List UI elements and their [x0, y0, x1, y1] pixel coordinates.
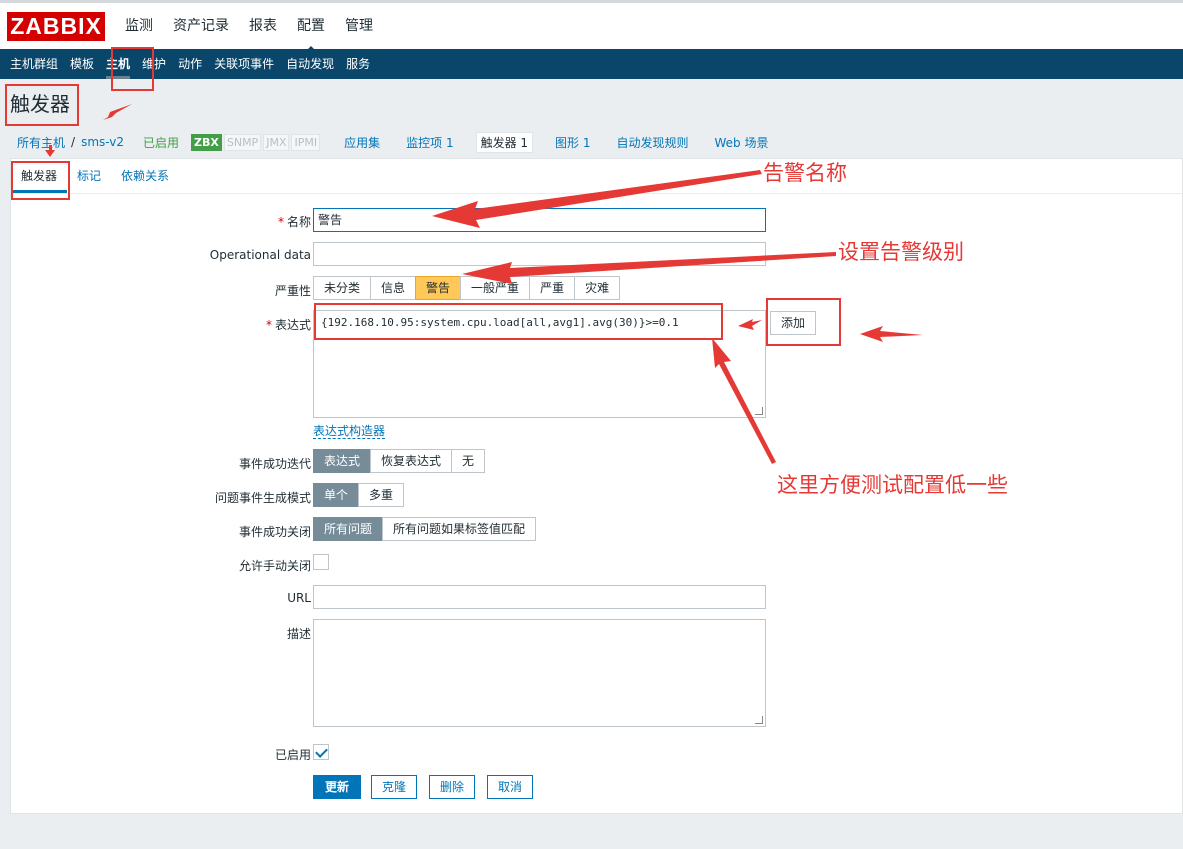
menu-inventory[interactable]: 资产记录	[163, 3, 239, 49]
severity-selector: 未分类 信息 警告 一般严重 严重 灾难	[313, 276, 621, 300]
zabbix-logo[interactable]: ZABBIX	[7, 12, 105, 41]
url-label: URL	[287, 591, 311, 605]
host-tab-graphs[interactable]: 图形 1	[551, 133, 594, 152]
main-menu: 监测 资产记录 报表 配置 管理	[115, 3, 383, 52]
submenu-actions[interactable]: 动作	[172, 49, 208, 79]
submenu-services[interactable]: 服务	[340, 49, 376, 79]
form-tab-tags[interactable]: 标记	[67, 159, 111, 193]
name-label-text: 名称	[286, 215, 311, 229]
form-tabs-divider	[11, 193, 1182, 194]
sub-menu: 主机群组 模板 主机 维护 动作 关联项事件 自动发现 服务	[0, 49, 1183, 79]
severity-not-classified[interactable]: 未分类	[313, 276, 372, 300]
host-tab-discovery-rules[interactable]: 自动发现规则	[612, 133, 692, 152]
enabled-label: 已启用	[274, 748, 311, 762]
page-title: 触发器	[10, 92, 70, 116]
annotation-severity-note: 设置告警级别	[838, 240, 964, 264]
problem-mode-single[interactable]: 单个	[313, 483, 360, 507]
availability-badges: ZBX SNMP JMX IPMI	[191, 133, 322, 151]
name-input[interactable]: 警告	[313, 208, 766, 232]
severity-information[interactable]: 信息	[370, 276, 417, 300]
ok-event-none[interactable]: 无	[451, 449, 486, 473]
expression-value: {192.168.10.95:system.cpu.load[all,avg1]…	[321, 316, 679, 329]
menu-reports[interactable]: 报表	[239, 3, 287, 49]
badge-ipmi: IPMI	[291, 133, 321, 151]
manual-close-checkbox[interactable]	[313, 554, 329, 570]
submenu-discovery[interactable]: 自动发现	[280, 49, 340, 79]
submenu-host-groups[interactable]: 主机群组	[4, 49, 64, 79]
ok-event-expression[interactable]: 表达式	[313, 449, 372, 473]
expression-textarea[interactable]: {192.168.10.95:system.cpu.load[all,avg1]…	[313, 310, 766, 418]
badge-jmx: JMX	[263, 133, 290, 151]
severity-high[interactable]: 严重	[529, 276, 576, 300]
ok-event-closes-selector: 所有问题 所有问题如果标签值匹配	[313, 517, 537, 541]
url-input[interactable]	[313, 585, 766, 609]
description-textarea[interactable]	[313, 619, 766, 727]
required-mark: *	[277, 215, 284, 229]
host-tab-items[interactable]: 监控项 1	[402, 133, 457, 152]
host-status-enabled[interactable]: 已启用	[143, 134, 179, 151]
submenu-correlation[interactable]: 关联项事件	[208, 49, 280, 79]
host-tab-triggers[interactable]: 触发器 1	[475, 131, 534, 153]
ok-close-tag-match[interactable]: 所有问题如果标签值匹配	[382, 517, 537, 541]
menu-monitoring[interactable]: 监测	[115, 3, 163, 49]
resize-grip-icon[interactable]	[755, 716, 763, 724]
severity-average[interactable]: 一般严重	[460, 276, 531, 300]
form-tabs: 触发器 标记 依赖关系	[11, 159, 179, 193]
update-button[interactable]: 更新	[313, 775, 362, 799]
badge-zbx: ZBX	[191, 133, 222, 151]
opdata-input[interactable]	[313, 242, 766, 266]
menu-administration[interactable]: 管理	[335, 3, 383, 49]
description-label: 描述	[286, 627, 311, 641]
problem-mode-selector: 单个 多重	[313, 483, 405, 507]
form-tab-dependencies[interactable]: 依赖关系	[111, 159, 179, 193]
ok-event-closes-label: 事件成功关闭	[238, 525, 311, 539]
submenu-hosts[interactable]: 主机	[100, 49, 136, 79]
arrow-to-title-icon	[103, 104, 132, 120]
add-expression-button[interactable]: 添加	[770, 311, 817, 335]
required-mark: *	[265, 318, 272, 332]
expression-builder-link[interactable]: 表达式构造器	[313, 424, 386, 439]
severity-label: 严重性	[274, 284, 311, 298]
expression-label: * 表达式	[266, 316, 311, 333]
problem-mode-label: 问题事件生成模式	[214, 491, 311, 505]
top-navigation-bar: ZABBIX 监测 资产记录 报表 配置 管理	[0, 0, 1183, 52]
cancel-button[interactable]: 取消	[487, 775, 534, 799]
breadcrumb-separator: /	[71, 135, 76, 149]
ok-event-generation-label: 事件成功迭代	[238, 457, 311, 471]
severity-warning[interactable]: 警告	[415, 276, 462, 300]
annotation-expression-note: 这里方便测试配置低一些	[777, 473, 1008, 497]
submenu-templates[interactable]: 模板	[64, 49, 100, 79]
severity-disaster[interactable]: 灾难	[574, 276, 621, 300]
resize-grip-icon[interactable]	[755, 407, 763, 415]
ok-event-recovery-expression[interactable]: 恢复表达式	[370, 449, 453, 473]
problem-mode-multiple[interactable]: 多重	[358, 483, 405, 507]
badge-snmp: SNMP	[223, 133, 262, 151]
host-tab-web-scenarios[interactable]: Web 场景	[711, 133, 773, 152]
host-tab-applications[interactable]: 应用集	[340, 133, 384, 152]
expression-label-text: 表达式	[274, 318, 311, 332]
breadcrumb-all-hosts[interactable]: 所有主机	[17, 134, 65, 151]
ok-event-generation-selector: 表达式 恢复表达式 无	[313, 449, 486, 473]
name-label: * 名称	[278, 213, 311, 230]
submenu-maintenance[interactable]: 维护	[136, 49, 172, 79]
enabled-checkbox[interactable]	[313, 744, 329, 760]
breadcrumb-host[interactable]: sms-v2	[81, 135, 124, 149]
ok-close-all-problems[interactable]: 所有问题	[313, 517, 384, 541]
clone-button[interactable]: 克隆	[371, 775, 418, 799]
manual-close-label: 允许手动关闭	[238, 559, 311, 573]
delete-button[interactable]: 删除	[429, 775, 476, 799]
breadcrumb: 所有主机 / sms-v2 已启用 ZBX SNMP JMX IPMI 应用集 …	[17, 131, 773, 153]
menu-configuration[interactable]: 配置	[287, 3, 335, 52]
opdata-label: Operational data	[209, 248, 311, 262]
form-tab-trigger[interactable]: 触发器	[11, 159, 68, 193]
annotation-name-note: 告警名称	[763, 161, 847, 185]
